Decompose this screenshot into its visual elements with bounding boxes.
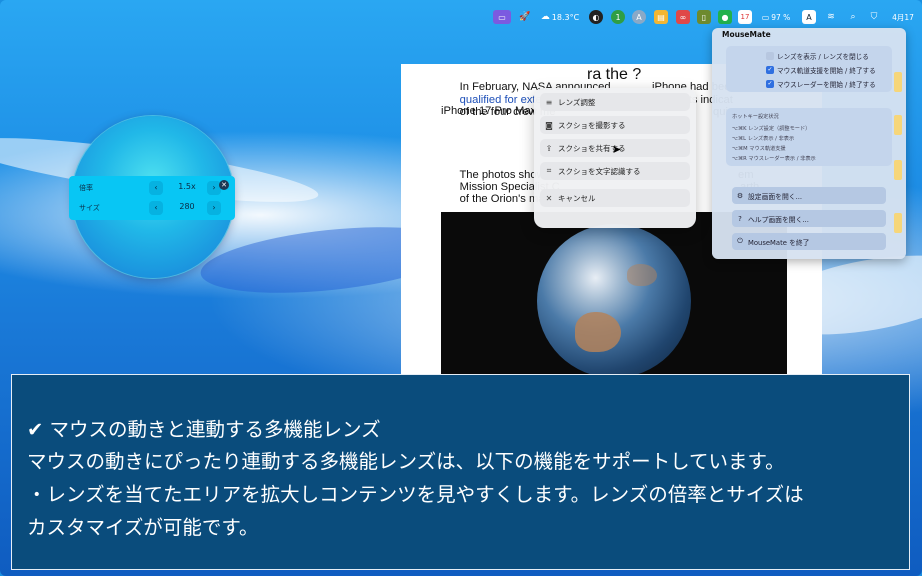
hotkey-item: ⌥⌘M マウス軌道支援 [732,146,786,152]
caption-line: マウスの動きにぴったり連動する多機能レンズは、以下の機能をサポートしています。 [27,450,785,473]
wifi-icon[interactable]: ≋ [824,10,838,24]
button-label: ヘルプ画面を開く... [748,215,809,224]
menu-item-label: レンズ調整 [558,97,596,107]
size-increase-button[interactable]: › [207,201,221,215]
close-icon: ✕ [545,193,553,203]
menu-item-label: スクショを文字認識する [558,166,641,176]
feature-caption: ✔ マウスの動きと連動する多機能レンズ マウスの動きにぴったり連動する多機能レン… [11,374,910,570]
gear-icon: ⚙ [736,191,744,200]
checkbox-icon [766,52,774,60]
paragraph-1-line-4: iPhone 17 Pro Max [441,105,537,117]
date-display[interactable]: 4月17 [888,10,918,24]
size-row: サイズ ‹ 280 › [69,199,235,217]
side-tab [894,115,902,135]
magnified-text: ra the ? [587,66,642,83]
battery-indicator[interactable]: ▭ 97 % [760,10,792,24]
button-label: MouseMate を終了 [748,238,810,247]
checkbox-icon: ✓ [766,80,774,88]
mouse-cursor-icon: ➤ [612,143,622,156]
menu-item-take-screenshot[interactable]: ◙ スクショを撮影する [540,116,690,134]
open-settings-button[interactable]: ⚙ 設定画面を開く... [732,187,886,204]
notes-icon[interactable]: ▤ [654,10,668,24]
screen-icon[interactable]: ▭ [493,10,511,24]
input-source[interactable]: A [802,10,816,24]
battery-level: 97 % [771,12,791,22]
size-decrease-button[interactable]: ‹ [149,201,163,215]
side-tab [894,213,902,233]
toggle-label: レンズを表示 / レンズを閉じる [777,53,869,61]
land-mass [575,312,621,352]
mousemate-menu: MouseMate レンズを表示 / レンズを閉じる ✓ マウス軌道支援を開始 /… [712,28,906,259]
zoom-decrease-button[interactable]: ‹ [149,181,163,195]
lens-close-icon[interactable]: ✕ [219,180,229,190]
search-icon[interactable]: ⌕ [846,10,860,24]
menu-item-cancel[interactable]: ✕ キャンセル [540,189,690,207]
caption-line: ・レンズを当てたエリアを拡大しコンテンツを見やすくします。レンズの倍率とサイズは [27,483,804,506]
toggle-group: レンズを表示 / レンズを閉じる ✓ マウス軌道支援を開始 / 終了する ✓ マウス… [726,46,892,92]
rocket-icon[interactable]: 🚀 [518,10,532,24]
lens-context-menu: ≡ レンズ調整 ◙ スクショを撮影する ⇪ スクショを共有する ⌗ スクショを文字認識す… [534,88,696,228]
mousemate-icon[interactable]: ● [718,10,732,24]
hotkey-item: ⌥⌘R マウスレーダー表示 / 非表示 [732,156,816,162]
power-icon: ⏻ [737,237,743,245]
zoom-value: 1.5x [178,182,196,191]
zoom-label: 倍率 [79,184,93,192]
calendar-icon[interactable]: 17 [738,10,752,24]
weather-temp: 18.3°C [551,12,580,22]
button-label: 設定画面を開く... [748,192,803,201]
size-value: 280 [179,202,195,211]
size-label: サイズ [79,204,100,212]
toggle-label: マウス軌道支援を開始 / 終了する [777,67,876,75]
hotkey-item: ⌥⌘L レンズ表示 / 非表示 [732,136,795,142]
hotkey-item: ⌥⌘K レンズ設定（調整モード） [732,126,811,132]
caption-heading: ✔ マウスの動きと連動する多機能レンズ [27,418,381,441]
text-scan-icon: ⌗ [546,166,552,175]
share-icon: ⇪ [545,143,553,153]
hotkey-title: ホットキー設定状況 [732,114,779,120]
menu-item-ocr-screenshot[interactable]: ⌗ スクショを文字認識する [540,162,690,180]
caption-line: カスタマイズが可能です。 [27,516,259,539]
menu-item-lens-adjust[interactable]: ≡ レンズ調整 [540,93,690,111]
mousemate-title: MouseMate [722,30,771,39]
count-badge[interactable]: 1 [611,10,625,24]
camera-icon: ◙ [545,120,553,130]
menu-item-label: スクショを撮影する [558,120,626,130]
a11y-icon[interactable]: A [632,10,646,24]
toggle-mouse-radar[interactable]: ✓ マウスレーダーを開始 / 終了する [766,79,876,89]
quit-button[interactable]: ⏻ MouseMate を終了 [732,233,886,250]
land-mass [627,264,657,286]
menu-bar: ▭ 🚀 ☁ 18.3°C ◐ 1 A ▤ ∞ ▯ ● 17 ▭ 97 % A ≋… [0,6,922,28]
weather-widget[interactable]: ☁ 18.3°C [539,10,581,24]
toggle-lens[interactable]: レンズを表示 / レンズを閉じる [766,51,869,61]
battery-icon: ▭ [761,12,770,22]
action-group: ⚙ 設定画面を開く... ? ヘルプ画面を開く... ⏻ MouseMate を終了 [726,182,892,254]
open-help-button[interactable]: ? ヘルプ画面を開く... [732,210,886,227]
contrast-icon[interactable]: ◐ [589,10,603,24]
menu-item-label: キャンセル [558,193,596,203]
side-tab [894,160,902,180]
side-tab [894,72,902,92]
link-icon[interactable]: ∞ [676,10,690,24]
toggle-trajectory-assist[interactable]: ✓ マウス軌道支援を開始 / 終了する [766,65,876,75]
trash-icon[interactable]: ▯ [697,10,711,24]
checkbox-icon: ✓ [766,66,774,74]
hotkey-status-box: ホットキー設定状況 ⌥⌘K レンズ設定（調整モード） ⌥⌘L レンズ表示 / 非… [726,108,892,166]
help-icon: ? [738,214,742,223]
cloud-icon: ☁ [540,12,550,22]
list-icon: ≡ [545,97,553,107]
zoom-row: 倍率 ‹ 1.5x › [69,179,235,197]
lens-settings-panel: 倍率 ‹ 1.5x › サイズ ‹ 280 › [69,176,235,220]
shield-icon[interactable]: ⛉ [868,10,880,24]
earth-globe [537,224,691,376]
desktop: ▭ 🚀 ☁ 18.3°C ◐ 1 A ▤ ∞ ▯ ● 17 ▭ 97 % A ≋… [0,0,922,576]
toggle-label: マウスレーダーを開始 / 終了する [777,81,876,89]
